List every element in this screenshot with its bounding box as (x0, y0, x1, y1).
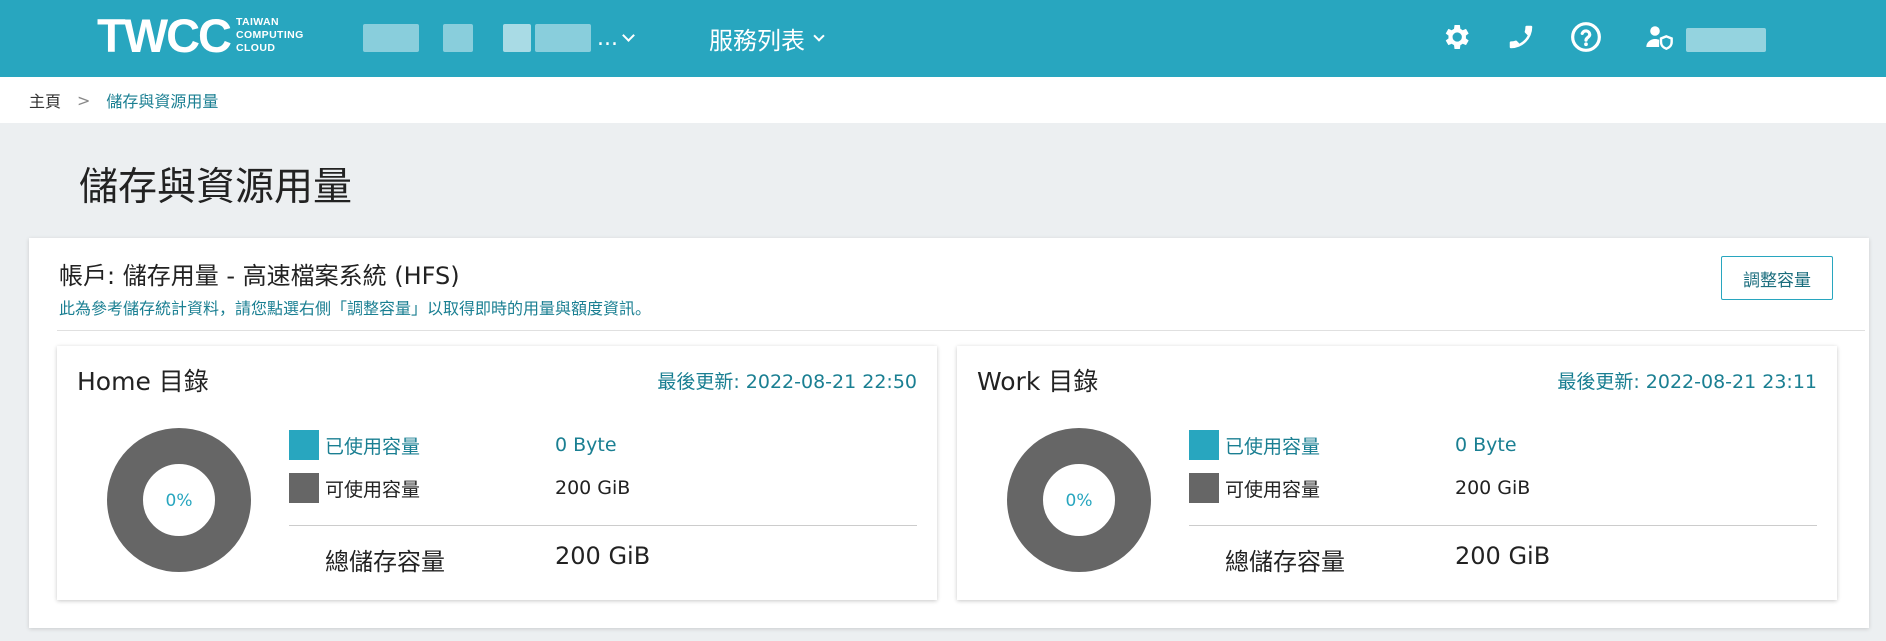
gear-icon[interactable] (1438, 19, 1474, 55)
donut-percent-label: 0% (1066, 491, 1093, 511)
project-selector[interactable]: ... (363, 22, 635, 54)
redacted-username[interactable] (1686, 28, 1766, 52)
total-value: 200 GiB (555, 542, 651, 570)
phone-icon[interactable] (1503, 19, 1539, 55)
help-icon[interactable] (1568, 19, 1604, 55)
logo-subtitle: TAIWAN COMPUTING CLOUD (235, 15, 304, 54)
project-ellipsis: ... (597, 25, 618, 51)
page-title: 儲存與資源用量 (79, 165, 353, 210)
free-swatch (1189, 473, 1219, 503)
twcc-logo[interactable]: TWCC TAIWAN COMPUTING CLOUD (97, 8, 304, 62)
used-swatch (1189, 430, 1219, 460)
redacted-project-name (535, 24, 591, 52)
used-label: 已使用容量 (1225, 435, 1321, 458)
legend-free: 可使用容量 200 GiB (289, 473, 630, 503)
usage-donut-chart: 0% (1007, 428, 1151, 572)
total-label: 總儲存容量 (1225, 548, 1345, 576)
card-note: 此為參考儲存統計資料，請您點選右側「調整容量」以取得即時的用量與額度資訊。 (59, 299, 652, 318)
card-title: 帳戶: 儲存用量 - 高速檔案系統 (HFS) (59, 262, 460, 290)
adjust-capacity-button[interactable]: 調整容量 (1721, 256, 1833, 300)
used-value: 0 Byte (555, 434, 617, 456)
usage-donut-chart: 0% (107, 428, 251, 572)
panel-divider (289, 525, 917, 526)
user-shield-icon[interactable] (1641, 19, 1677, 55)
breadcrumb-home-link[interactable]: 主頁 (29, 88, 61, 112)
breadcrumb-current: 儲存與資源用量 (106, 92, 219, 111)
total-capacity: 總儲存容量 200 GiB (325, 542, 650, 577)
last-updated: 最後更新: 2022-08-21 22:50 (657, 371, 917, 393)
card-divider (57, 330, 1865, 331)
panel-title: Work 目錄 (977, 367, 1099, 396)
breadcrumb: 主頁 > 儲存與資源用量 (0, 77, 1886, 123)
redacted-project-name (363, 24, 419, 52)
work-directory-panel: Work 目錄 最後更新: 2022-08-21 23:11 0% 已使用容量 … (957, 346, 1837, 600)
panel-divider (1189, 525, 1817, 526)
used-label: 已使用容量 (325, 435, 421, 458)
free-value: 200 GiB (1455, 477, 1531, 499)
redacted-project-name (503, 24, 531, 52)
free-label: 可使用容量 (1225, 478, 1321, 501)
services-menu[interactable]: 服務列表 (709, 22, 825, 55)
logo-mark: TWCC (97, 8, 232, 62)
last-updated: 最後更新: 2022-08-21 23:11 (1557, 371, 1817, 393)
used-value: 0 Byte (1455, 434, 1517, 456)
home-directory-panel: Home 目錄 最後更新: 2022-08-21 22:50 0% 已使用容量 … (57, 346, 937, 600)
free-label: 可使用容量 (325, 478, 421, 501)
donut-percent-label: 0% (166, 491, 193, 511)
legend-free: 可使用容量 200 GiB (1189, 473, 1530, 503)
total-label: 總儲存容量 (325, 548, 445, 576)
free-swatch (289, 473, 319, 503)
legend-used: 已使用容量 0 Byte (289, 430, 617, 460)
used-swatch (289, 430, 319, 460)
total-value: 200 GiB (1455, 542, 1551, 570)
total-capacity: 總儲存容量 200 GiB (1225, 542, 1550, 577)
top-navbar: TWCC TAIWAN COMPUTING CLOUD ... 服務列表 (0, 0, 1886, 77)
panel-title: Home 目錄 (77, 367, 209, 396)
chevron-down-icon (813, 29, 825, 42)
chevron-down-icon (622, 29, 635, 42)
legend-used: 已使用容量 0 Byte (1189, 430, 1517, 460)
breadcrumb-separator: > (77, 90, 91, 110)
services-menu-label: 服務列表 (709, 26, 805, 55)
free-value: 200 GiB (555, 477, 631, 499)
storage-usage-card: 帳戶: 儲存用量 - 高速檔案系統 (HFS) 此為參考儲存統計資料，請您點選右… (29, 238, 1869, 628)
redacted-project-name (443, 24, 473, 52)
